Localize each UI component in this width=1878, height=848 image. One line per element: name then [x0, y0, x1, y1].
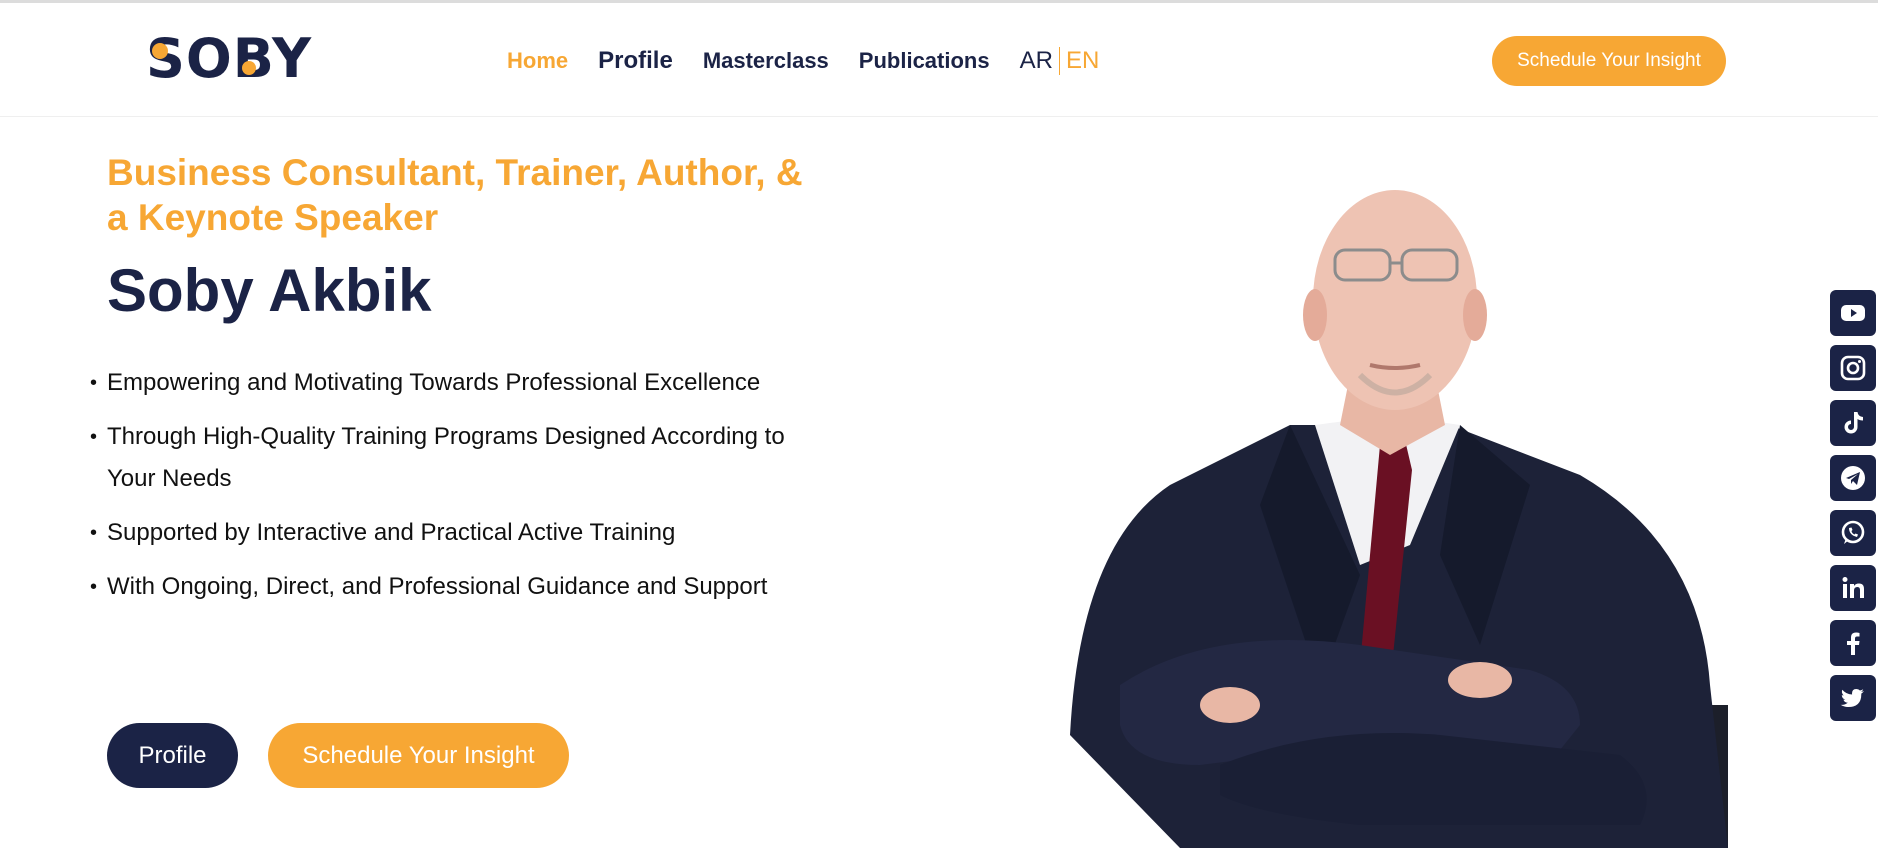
list-item: Empowering and Motivating Towards Profes… — [90, 362, 830, 404]
main-nav: Home Profile Masterclass Publications AR… — [507, 43, 1099, 79]
lang-ar[interactable]: AR — [1020, 47, 1053, 75]
list-item: Supported by Interactive and Practical A… — [90, 512, 830, 554]
profile-button[interactable]: Profile — [107, 723, 238, 788]
hero-name: Soby Akbik — [107, 257, 432, 324]
tiktok-icon[interactable] — [1830, 400, 1876, 446]
social-sidebar — [1830, 290, 1876, 730]
site-header: SOBY Home Profile Masterclass Publicatio… — [0, 3, 1878, 117]
header-schedule-button[interactable]: Schedule Your Insight — [1492, 36, 1726, 86]
portrait-image — [1060, 125, 1728, 848]
telegram-icon[interactable] — [1830, 455, 1876, 501]
lang-divider — [1058, 47, 1060, 75]
hero-bullet-list: Empowering and Motivating Towards Profes… — [90, 362, 830, 620]
logo-text: SOBY — [146, 27, 313, 90]
hero-subtitle: Business Consultant, Trainer, Author, & … — [107, 152, 803, 238]
linkedin-icon[interactable] — [1830, 565, 1876, 611]
nav-item-profile[interactable]: Profile — [598, 47, 673, 75]
lang-en[interactable]: EN — [1066, 47, 1099, 75]
list-item: With Ongoing, Direct, and Professional G… — [90, 566, 830, 608]
nav-item-masterclass[interactable]: Masterclass — [703, 48, 829, 74]
schedule-insight-button[interactable]: Schedule Your Insight — [268, 723, 569, 788]
youtube-icon[interactable] — [1830, 290, 1876, 336]
language-switcher: AR EN — [1020, 47, 1099, 75]
instagram-icon[interactable] — [1830, 345, 1876, 391]
facebook-icon[interactable] — [1830, 620, 1876, 666]
logo-dot — [152, 43, 168, 59]
logo-dot — [242, 61, 256, 75]
whatsapp-icon[interactable] — [1830, 510, 1876, 556]
nav-item-home[interactable]: Home — [507, 48, 568, 74]
nav-item-publications[interactable]: Publications — [859, 48, 990, 74]
list-item: Through High-Quality Training Programs D… — [90, 416, 830, 500]
portrait-illustration — [1070, 190, 1728, 848]
logo[interactable]: SOBY — [146, 29, 316, 89]
twitter-icon[interactable] — [1830, 675, 1876, 721]
